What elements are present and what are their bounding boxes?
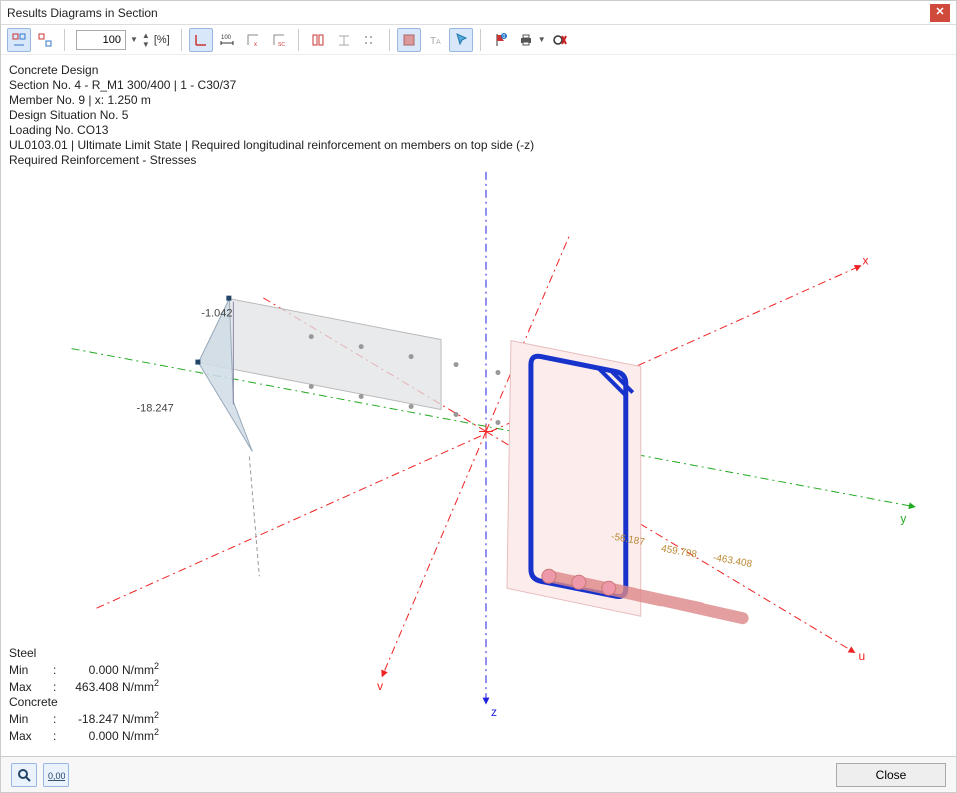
u-axis-label: u bbox=[858, 649, 865, 663]
rebar-value-2: 459.798 bbox=[660, 543, 698, 560]
dimension-button[interactable]: 100 bbox=[215, 28, 239, 52]
print-chevron-down-icon[interactable]: ▼ bbox=[538, 35, 546, 44]
rebar-value-3: -463.408 bbox=[712, 552, 753, 570]
toolbar-separator bbox=[298, 29, 299, 51]
y-axis bbox=[72, 349, 913, 507]
svg-text:x: x bbox=[254, 42, 257, 48]
section-thin-button[interactable] bbox=[332, 28, 356, 52]
toolbar-separator bbox=[389, 29, 390, 51]
section-solid-button[interactable] bbox=[306, 28, 330, 52]
toolbar-separator bbox=[64, 29, 65, 51]
chevron-down-icon[interactable]: ▼ bbox=[130, 35, 138, 44]
legend-row: Min:-18.247 N/mm2 bbox=[9, 710, 159, 727]
percent-label: [%] bbox=[154, 34, 170, 46]
probe-tool-button[interactable] bbox=[11, 763, 37, 787]
points-button[interactable] bbox=[358, 28, 382, 52]
svg-text:0: 0 bbox=[502, 34, 505, 40]
legend-row: Max:463.408 N/mm2 bbox=[9, 678, 159, 695]
svg-text:A: A bbox=[436, 39, 441, 46]
legend-steel-heading: Steel bbox=[9, 646, 159, 661]
zoom-input[interactable] bbox=[76, 30, 126, 50]
legend-row: Min:0.000 N/mm2 bbox=[9, 661, 159, 678]
stepper-icon[interactable]: ▲▼ bbox=[142, 31, 150, 49]
cancel-x-button[interactable] bbox=[548, 28, 572, 52]
stress-value-top: -1.042 bbox=[201, 308, 232, 320]
view-mode-2-button[interactable] bbox=[33, 28, 57, 52]
svg-text:SC: SC bbox=[278, 42, 285, 48]
settings-flag-button[interactable]: 0 bbox=[488, 28, 512, 52]
toolbar-separator bbox=[181, 29, 182, 51]
toolbar: ▼ ▲▼ [%] 100 x SC TA 0 ▼ bbox=[1, 25, 956, 55]
close-button[interactable]: Close bbox=[836, 763, 946, 787]
y-axis-label: y bbox=[900, 511, 906, 525]
svg-text:100: 100 bbox=[221, 35, 232, 41]
x-axis-label: x bbox=[862, 254, 868, 268]
legend-concrete-heading: Concrete bbox=[9, 695, 159, 710]
svg-text:0,00: 0,00 bbox=[48, 771, 65, 781]
close-icon[interactable]: ✕ bbox=[930, 4, 950, 22]
pointer-button[interactable] bbox=[449, 28, 473, 52]
stress-value-left: -18.247 bbox=[136, 402, 173, 414]
window-title: Results Diagrams in Section bbox=[7, 6, 930, 20]
toolbar-separator bbox=[480, 29, 481, 51]
decimals-button[interactable]: 0,00 bbox=[43, 763, 69, 787]
zoom-control[interactable]: ▼ ▲▼ [%] bbox=[72, 30, 174, 50]
print-button[interactable] bbox=[514, 28, 538, 52]
text-overlay-button[interactable]: TA bbox=[423, 28, 447, 52]
texture-button[interactable] bbox=[397, 28, 421, 52]
axes-display-button[interactable] bbox=[189, 28, 213, 52]
legend-row: Max:0.000 N/mm2 bbox=[9, 727, 159, 744]
legend-block: Steel Min:0.000 N/mm2 Max:463.408 N/mm2 … bbox=[9, 646, 159, 744]
scale-x-button[interactable]: x bbox=[241, 28, 265, 52]
z-axis-label: z bbox=[491, 705, 497, 719]
v-axis-label: v bbox=[377, 679, 383, 693]
stress-diagram bbox=[195, 296, 500, 577]
v-axis bbox=[383, 431, 486, 674]
footer-bar: 0,00 Close bbox=[1, 756, 956, 792]
cross-section bbox=[507, 341, 743, 619]
titlebar: Results Diagrams in Section ✕ bbox=[1, 1, 956, 25]
scale-sc-button[interactable]: SC bbox=[267, 28, 291, 52]
view-mode-1-button[interactable] bbox=[7, 28, 31, 52]
